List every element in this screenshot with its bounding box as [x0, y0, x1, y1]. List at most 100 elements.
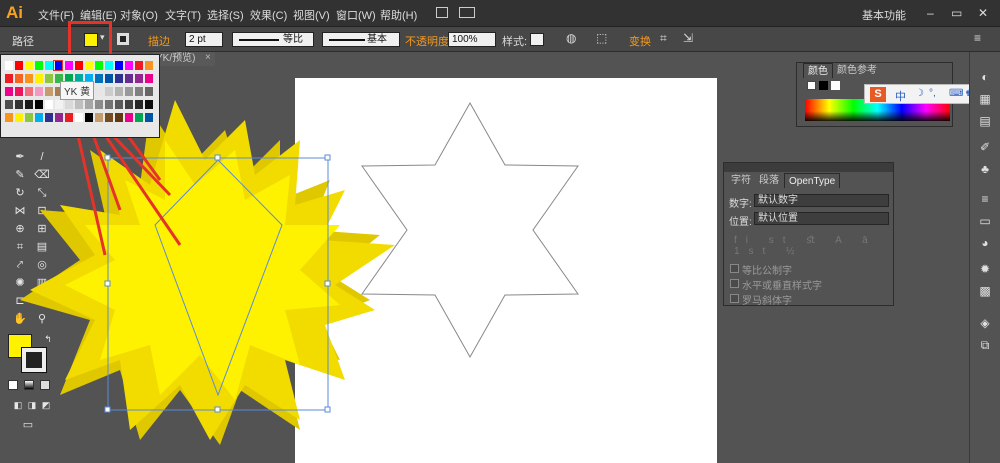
artboards-icon[interactable]: ⧉ — [978, 338, 992, 352]
appearance-icon[interactable]: ✹ — [978, 262, 992, 276]
swatch[interactable] — [75, 113, 83, 122]
yellow-star-burst[interactable] — [20, 100, 395, 445]
tab-character[interactable]: 字符 — [727, 173, 755, 188]
swatch[interactable] — [65, 61, 73, 70]
swatch[interactable] — [65, 113, 73, 122]
swatch[interactable] — [15, 61, 23, 70]
swatch[interactable] — [75, 61, 83, 70]
swatch[interactable] — [35, 113, 43, 122]
swatch[interactable] — [45, 100, 53, 109]
swatch[interactable] — [5, 74, 13, 83]
swatch[interactable] — [95, 61, 103, 70]
swatch[interactable] — [145, 61, 153, 70]
swatch[interactable] — [95, 74, 103, 83]
swatch[interactable] — [95, 100, 103, 109]
swatch[interactable] — [145, 87, 153, 96]
swatch[interactable] — [105, 87, 113, 96]
panel-title-bar[interactable] — [724, 163, 893, 172]
swatch[interactable] — [115, 113, 123, 122]
swatch[interactable] — [85, 100, 93, 109]
swatch[interactable] — [115, 74, 123, 83]
swatch[interactable] — [15, 74, 23, 83]
swatch[interactable] — [115, 87, 123, 96]
tab-opentype[interactable]: OpenType — [784, 173, 841, 188]
swatch[interactable] — [15, 100, 23, 109]
number-dropdown[interactable]: 默认数字 — [754, 194, 889, 207]
swatch[interactable] — [95, 113, 103, 122]
swatch[interactable] — [105, 61, 113, 70]
swatch[interactable] — [115, 100, 123, 109]
gradient-icon[interactable]: ▭ — [978, 214, 992, 228]
color-panel-icon[interactable]: ◐ — [978, 70, 992, 84]
swatch[interactable] — [65, 100, 73, 109]
swatch[interactable] — [25, 113, 33, 122]
swatch[interactable] — [75, 100, 83, 109]
swatch[interactable] — [95, 87, 103, 96]
sogou-icon[interactable]: S — [870, 87, 886, 102]
punctuation-icon[interactable]: °, — [929, 88, 936, 99]
swatch[interactable] — [25, 61, 33, 70]
swatch[interactable] — [135, 74, 143, 83]
swatch[interactable] — [55, 100, 63, 109]
stroke-icon[interactable]: ≡ — [978, 192, 992, 206]
ime-mode-label[interactable]: 中 — [895, 88, 906, 104]
layers-icon[interactable]: ◈ — [978, 316, 992, 330]
outline-star[interactable] — [361, 101, 579, 359]
swatch[interactable] — [135, 61, 143, 70]
swatch[interactable] — [25, 74, 33, 83]
color-guide-icon[interactable]: ▦ — [978, 92, 992, 106]
tab-color-guide[interactable]: 颜色参考 — [833, 63, 881, 78]
graphic-styles-icon[interactable]: ▩ — [978, 284, 992, 298]
swatch[interactable] — [5, 113, 13, 122]
swatch[interactable] — [15, 87, 23, 96]
swatch[interactable] — [5, 61, 13, 70]
swatches-icon[interactable]: ▤ — [978, 114, 992, 128]
checkbox-proportional[interactable] — [730, 264, 739, 273]
black-swatch[interactable] — [819, 81, 828, 90]
swatch[interactable] — [115, 61, 123, 70]
swatch[interactable] — [135, 100, 143, 109]
none-swatch[interactable] — [807, 81, 816, 90]
swatch[interactable] — [125, 87, 133, 96]
tab-color[interactable]: 颜色 — [803, 63, 833, 78]
swatch[interactable] — [35, 100, 43, 109]
swatch[interactable] — [105, 113, 113, 122]
swatch[interactable] — [135, 87, 143, 96]
swatch[interactable] — [145, 113, 153, 122]
checkbox-roman-italic[interactable] — [730, 294, 739, 303]
moon-icon[interactable]: ☽ — [915, 88, 924, 99]
swatch[interactable] — [55, 113, 63, 122]
keyboard-icon[interactable]: ⌨ — [949, 88, 963, 99]
swatch[interactable] — [125, 113, 133, 122]
swatch[interactable] — [85, 113, 93, 122]
swatch[interactable] — [145, 100, 153, 109]
opentype-glyph-buttons[interactable]: fi st ﬆ A ā 1st ½ — [734, 235, 893, 257]
white-swatch[interactable] — [831, 81, 840, 90]
swatch[interactable] — [145, 74, 153, 83]
symbols-icon[interactable]: ♣ — [978, 162, 992, 176]
swatch[interactable] — [35, 74, 43, 83]
swatch[interactable] — [125, 100, 133, 109]
swatch[interactable] — [35, 61, 43, 70]
transparency-icon[interactable]: ◕ — [978, 236, 992, 250]
swatch[interactable] — [125, 74, 133, 83]
swatch[interactable] — [45, 113, 53, 122]
swatch[interactable] — [45, 74, 53, 83]
checkbox-stylistic[interactable] — [730, 279, 739, 288]
swatch[interactable] — [25, 100, 33, 109]
position-dropdown[interactable]: 默认位置 — [754, 212, 889, 225]
swatch[interactable] — [135, 113, 143, 122]
swatch[interactable] — [5, 87, 13, 96]
swatch[interactable] — [15, 113, 23, 122]
swatch[interactable] — [45, 87, 53, 96]
tab-paragraph[interactable]: 段落 — [755, 173, 783, 188]
brushes-icon[interactable]: ✐ — [978, 140, 992, 154]
swatch[interactable] — [105, 100, 113, 109]
swatch[interactable] — [125, 61, 133, 70]
swatch[interactable] — [35, 87, 43, 96]
swatch[interactable] — [45, 61, 53, 70]
swatch[interactable] — [5, 100, 13, 109]
swatch[interactable] — [105, 74, 113, 83]
swatch[interactable] — [25, 87, 33, 96]
swatch[interactable] — [85, 61, 93, 70]
